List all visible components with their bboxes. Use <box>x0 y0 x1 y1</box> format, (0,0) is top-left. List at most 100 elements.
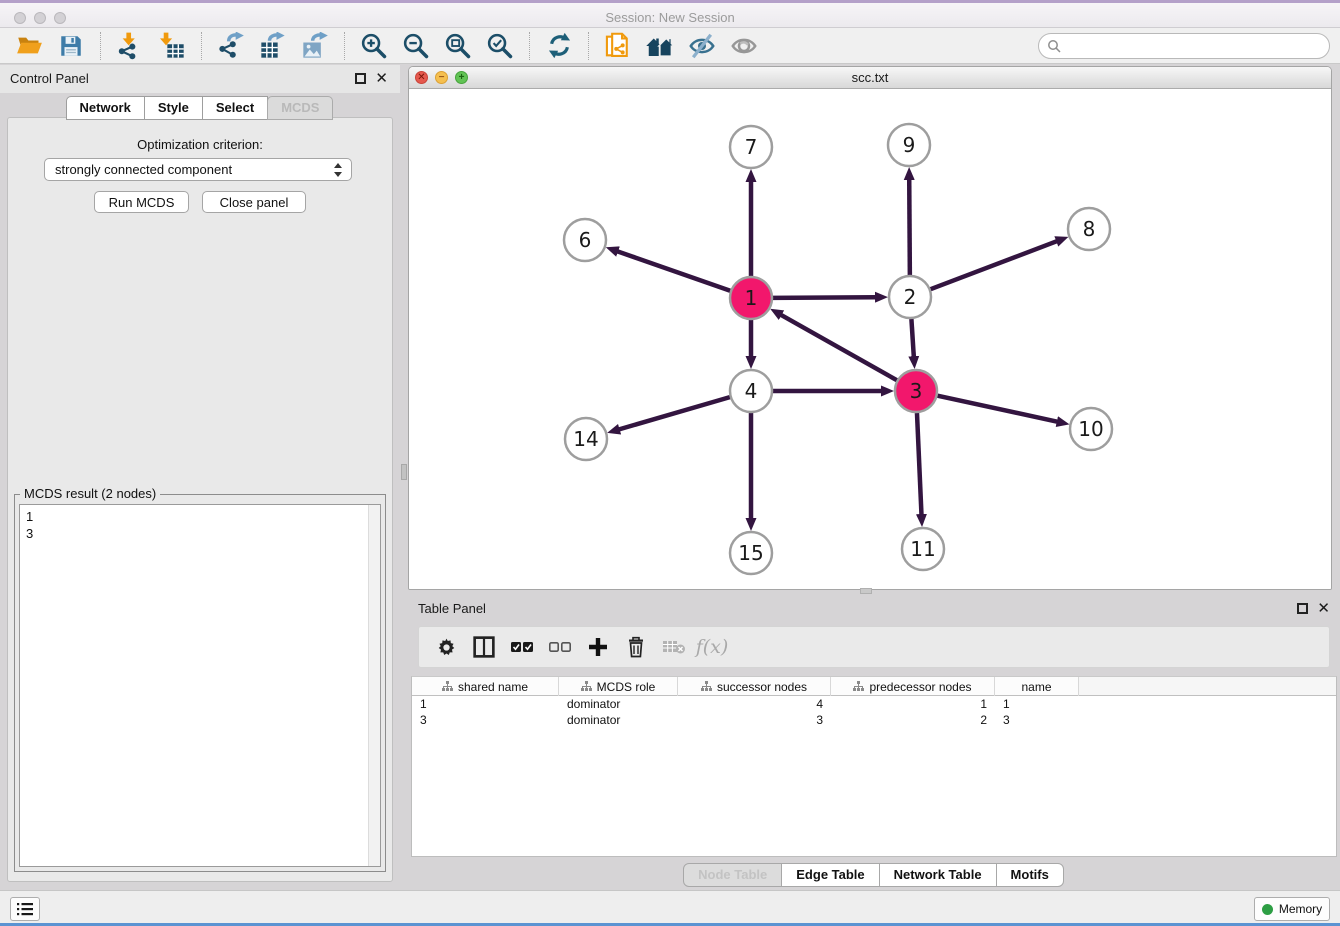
graph-edge-1-6[interactable] <box>617 251 730 291</box>
hide-selected-icon[interactable] <box>686 30 718 62</box>
table-cell[interactable]: 3 <box>412 713 559 727</box>
show-all-icon[interactable] <box>728 30 760 62</box>
export-network-icon[interactable] <box>215 30 247 62</box>
close-table-panel-icon[interactable]: ✕ <box>1317 603 1330 614</box>
control-panel-header: Control Panel ✕ <box>0 65 400 93</box>
float-panel-icon[interactable] <box>355 73 366 84</box>
table-body: 1dominator4113dominator323 <box>412 696 1336 728</box>
toolbar-separator <box>201 32 202 60</box>
table-row[interactable]: 3dominator323 <box>412 712 1336 728</box>
table-cell[interactable]: 1 <box>831 697 995 711</box>
open-session-icon[interactable] <box>13 30 45 62</box>
horizontal-splitter-handle[interactable] <box>860 588 872 594</box>
import-table-icon[interactable] <box>156 30 188 62</box>
result-scrollbar[interactable] <box>368 505 380 866</box>
application-window: Session: New Session Control Panel ✕ <box>0 0 1340 926</box>
graph-node-label-15: 15 <box>738 541 763 565</box>
export-image-icon[interactable] <box>299 30 331 62</box>
add-column-icon[interactable] <box>581 630 615 664</box>
column-header-filler <box>1079 677 1336 695</box>
graph-node-label-4: 4 <box>745 379 758 403</box>
close-panel-button[interactable]: Close panel <box>202 191 306 213</box>
refresh-layout-icon[interactable] <box>543 30 575 62</box>
table-cell[interactable]: 2 <box>831 713 995 727</box>
column-header-MCDS-role[interactable]: MCDS role <box>559 677 678 696</box>
table-cell[interactable]: 1 <box>412 697 559 711</box>
mcds-result-textarea[interactable]: 13 <box>19 504 381 867</box>
graph-edge-2-9[interactable] <box>909 179 910 275</box>
tab-network-table[interactable]: Network Table <box>879 863 997 887</box>
optimization-criterion-dropdown[interactable]: strongly connected component <box>44 158 352 181</box>
zoom-in-icon[interactable] <box>358 30 390 62</box>
zoom-selected-icon[interactable] <box>484 30 516 62</box>
column-header-name[interactable]: name <box>995 677 1079 696</box>
float-table-panel-icon[interactable] <box>1297 603 1308 614</box>
toolbar-separator <box>344 32 345 60</box>
column-type-icon <box>442 681 453 692</box>
table-cell[interactable]: dominator <box>559 713 678 727</box>
column-header-predecessor-nodes[interactable]: predecessor nodes <box>831 677 995 696</box>
table-cell[interactable]: dominator <box>559 697 678 711</box>
memory-button[interactable]: Memory <box>1254 897 1330 921</box>
new-network-icon[interactable] <box>602 30 634 62</box>
graph-edge-3-10[interactable] <box>937 396 1057 422</box>
graph-node-label-9: 9 <box>903 133 916 157</box>
tab-motifs[interactable]: Motifs <box>996 863 1064 887</box>
table-cell[interactable]: 4 <box>678 697 831 711</box>
network-window-titlebar[interactable]: ✕ − + scc.txt <box>409 67 1331 89</box>
column-settings-gear-icon[interactable] <box>429 630 463 664</box>
graph-edge-3-11[interactable] <box>917 413 922 515</box>
table-toolbar: f(x) <box>418 626 1330 668</box>
status-bar: Memory <box>0 890 1340 923</box>
tab-mcds[interactable]: MCDS <box>267 96 333 120</box>
titlebar[interactable]: Session: New Session <box>0 0 1340 28</box>
tab-select[interactable]: Select <box>202 96 268 120</box>
toolbar-separator <box>100 32 101 60</box>
column-header-successor-nodes[interactable]: successor nodes <box>678 677 831 696</box>
graph-node-label-14: 14 <box>573 427 598 451</box>
table-cell[interactable]: 3 <box>678 713 831 727</box>
dropdown-selected-value: strongly connected component <box>55 162 232 177</box>
graph-edge-1-2[interactable] <box>773 297 876 298</box>
save-session-icon[interactable] <box>55 30 87 62</box>
delete-table-icon[interactable] <box>657 630 691 664</box>
table-cell[interactable]: 1 <box>995 697 1079 711</box>
column-type-icon <box>701 681 712 692</box>
table-header-row: shared nameMCDS rolesuccessor nodesprede… <box>412 677 1336 696</box>
graph-edge-4-14[interactable] <box>619 397 730 429</box>
optimization-criterion-label: Optimization criterion: <box>0 137 400 152</box>
network-canvas[interactable]: 1234678910111415 <box>409 89 1331 590</box>
zoom-fit-icon[interactable] <box>442 30 474 62</box>
tab-style[interactable]: Style <box>144 96 203 120</box>
tab-node-table[interactable]: Node Table <box>683 863 782 887</box>
table-row[interactable]: 1dominator411 <box>412 696 1336 712</box>
control-panel-tabs: Network Style Select MCDS <box>0 96 400 120</box>
search-box[interactable] <box>1038 33 1330 59</box>
node-table[interactable]: shared nameMCDS rolesuccessor nodesprede… <box>411 676 1337 857</box>
close-panel-icon[interactable]: ✕ <box>375 73 388 84</box>
deselect-all-rows-icon[interactable] <box>543 630 577 664</box>
table-cell[interactable]: 3 <box>995 713 1079 727</box>
graph-node-label-8: 8 <box>1083 217 1096 241</box>
graph-edge-2-8[interactable] <box>931 241 1058 289</box>
search-input[interactable] <box>1061 36 1329 56</box>
zoom-out-icon[interactable] <box>400 30 432 62</box>
task-list-icon <box>16 902 34 916</box>
show-column-browser-icon[interactable] <box>467 630 501 664</box>
tab-edge-table[interactable]: Edge Table <box>781 863 879 887</box>
task-history-button[interactable] <box>10 897 40 921</box>
export-table-icon[interactable] <box>257 30 289 62</box>
function-builder-icon[interactable]: f(x) <box>695 630 729 664</box>
graph-node-label-11: 11 <box>910 537 935 561</box>
vertical-splitter-handle[interactable] <box>401 464 407 480</box>
run-mcds-button[interactable]: Run MCDS <box>94 191 189 213</box>
select-all-rows-icon[interactable] <box>505 630 539 664</box>
graph-edge-3-1[interactable] <box>781 315 897 381</box>
graph-edge-2-3[interactable] <box>911 319 913 357</box>
column-header-shared-name[interactable]: shared name <box>412 677 559 696</box>
import-network-icon[interactable] <box>114 30 146 62</box>
first-neighbors-icon[interactable] <box>644 30 676 62</box>
delete-column-icon[interactable] <box>619 630 653 664</box>
table-panel-header: Table Panel ✕ <box>408 595 1340 621</box>
tab-network[interactable]: Network <box>66 96 145 120</box>
